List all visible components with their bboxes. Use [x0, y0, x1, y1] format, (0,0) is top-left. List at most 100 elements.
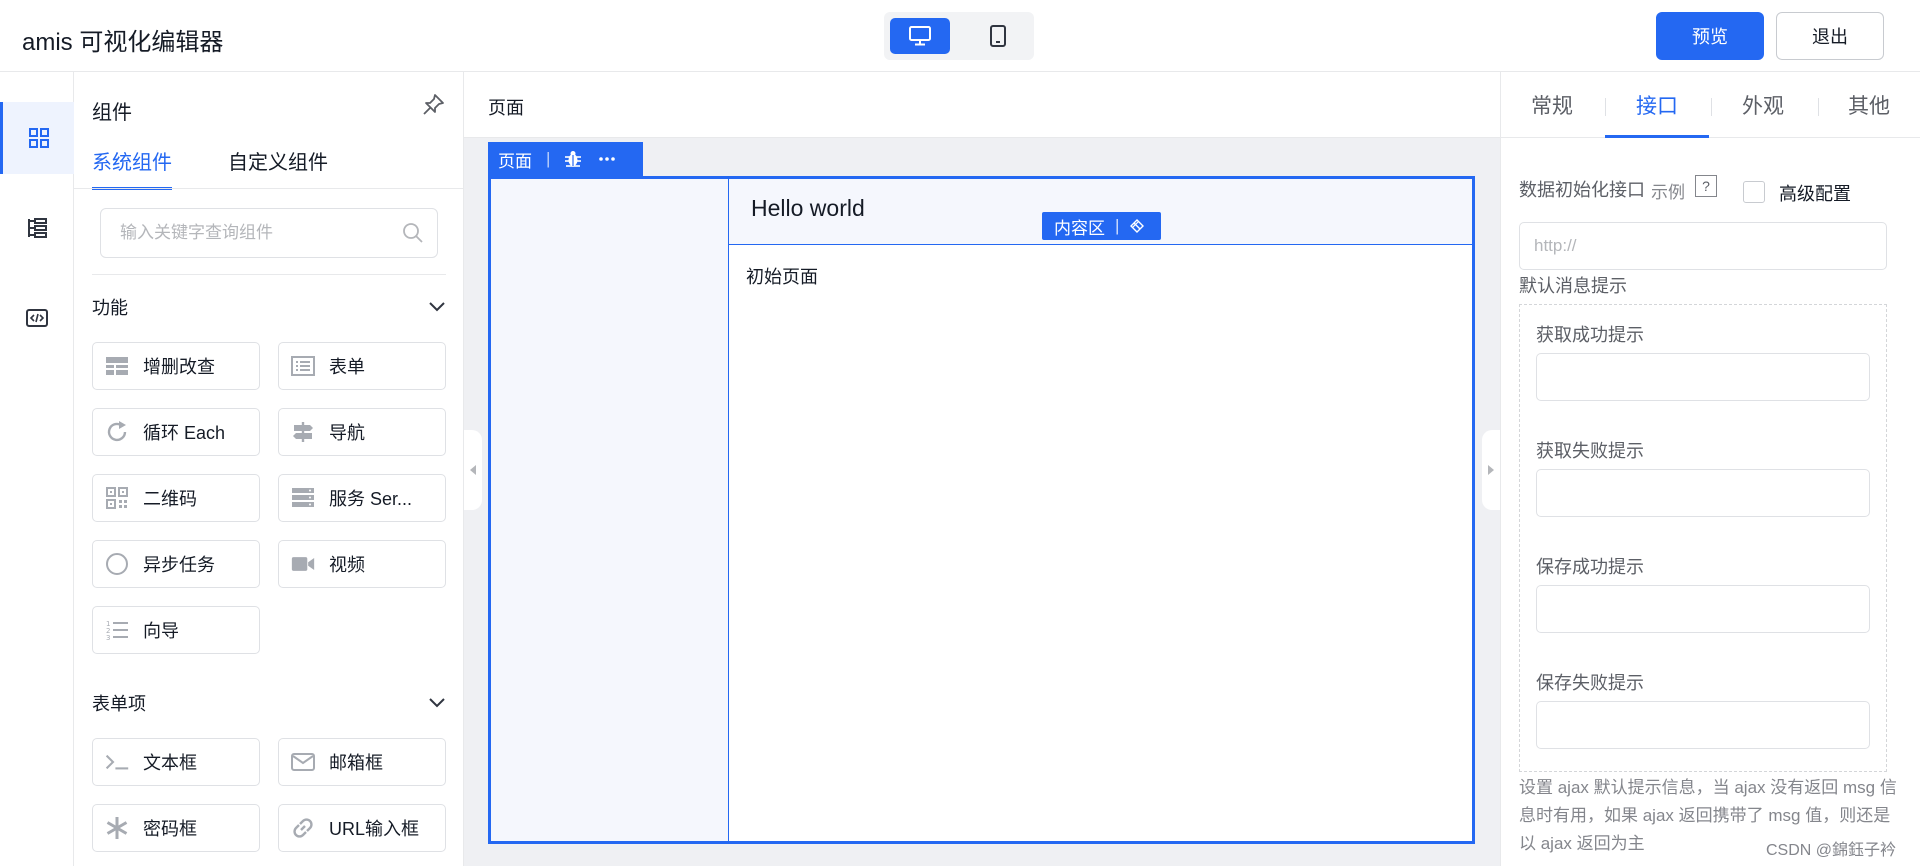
active-tab-indicator — [1605, 135, 1709, 138]
tab-separator — [1818, 98, 1819, 116]
help-icon[interactable]: ? — [1695, 175, 1717, 197]
example-link[interactable]: 示例 — [1651, 178, 1685, 203]
tab-appearance[interactable]: 外观 — [1742, 90, 1784, 120]
chevron-down-icon — [429, 302, 445, 312]
more-icon[interactable] — [598, 156, 616, 162]
left-rail — [0, 72, 74, 866]
advanced-config-checkbox[interactable] — [1743, 181, 1765, 203]
fetch-success-input[interactable] — [1536, 353, 1870, 401]
search-icon[interactable] — [401, 221, 425, 245]
bug-icon[interactable] — [564, 150, 582, 168]
message-group: 获取成功提示 获取失败提示 保存成功提示 保存失败提示 — [1519, 304, 1887, 772]
group-label: 表单项 — [92, 694, 146, 714]
component-label: 向导 — [143, 621, 179, 641]
page-aside[interactable] — [491, 179, 729, 841]
wizard-icon: 123 — [106, 620, 128, 642]
page-toolbar[interactable]: 页面 | — [488, 142, 643, 176]
save-failed-input[interactable] — [1536, 701, 1870, 749]
component-video[interactable]: 视频 — [278, 540, 446, 588]
component-search — [100, 208, 438, 258]
component-label: 文本框 — [143, 753, 197, 773]
save-success-label: 保存成功提示 — [1536, 557, 1644, 577]
rail-item-components[interactable] — [0, 102, 74, 174]
crud-icon — [106, 357, 128, 375]
component-label: URL输入框 — [329, 819, 420, 839]
component-label: 表单 — [329, 357, 365, 377]
page-body-text: 初始页面 — [746, 267, 818, 287]
component-async-task[interactable]: 异步任务 — [92, 540, 260, 588]
tablet-mode-button[interactable] — [968, 18, 1028, 54]
component-wizard[interactable]: 123 向导 — [92, 606, 260, 654]
editor-root: amis 可视化编辑器 预览 退出 组件 系统组件 自定义组件 输入关键字查询组… — [0, 0, 1920, 866]
collapse-right-panel-button[interactable] — [1482, 430, 1500, 510]
tab-api[interactable]: 接口 — [1636, 90, 1678, 120]
asterisk-icon — [106, 817, 128, 839]
component-label: 服务 Ser... — [329, 489, 413, 509]
tab-custom-components[interactable]: 自定义组件 — [228, 146, 328, 187]
component-label: 二维码 — [143, 489, 197, 509]
save-success-input[interactable] — [1536, 585, 1870, 633]
desktop-icon — [909, 26, 931, 46]
component-each[interactable]: 循环 Each — [92, 408, 260, 456]
component-service[interactable]: 服务 Ser... — [278, 474, 446, 522]
page-frame[interactable]: Hello world 初始页面 — [488, 176, 1475, 844]
nav-icon — [293, 422, 313, 442]
collapse-left-panel-button[interactable] — [464, 430, 482, 510]
config-panel: 常规 接口 外观 其他 数据初始化接口 示例 ? 高级配置 默认消息提示 获取成… — [1500, 72, 1920, 866]
app-title: amis 可视化编辑器 — [22, 29, 224, 56]
tablet-icon — [990, 25, 1006, 47]
device-switch — [884, 12, 1034, 60]
editor-canvas: 页面 页面 | Hello world 初始页面 内容区 | — [464, 72, 1500, 866]
caret-left-icon — [470, 465, 476, 475]
component-qrcode[interactable]: 二维码 — [92, 474, 260, 522]
page-toolbar-label: 页面 — [498, 151, 532, 171]
component-email-input[interactable]: 邮箱框 — [278, 738, 446, 786]
watermark: CSDN @錦鈺子衿 — [1766, 842, 1897, 859]
tab-general[interactable]: 常规 — [1531, 90, 1573, 120]
component-crud[interactable]: 增删改查 — [92, 342, 260, 390]
code-icon — [26, 309, 48, 327]
search-divider — [92, 274, 446, 275]
service-icon — [292, 488, 314, 507]
content-region-label: 内容区 — [1054, 218, 1105, 238]
video-icon — [291, 557, 315, 571]
loop-icon — [107, 421, 127, 442]
component-label: 视频 — [329, 555, 365, 575]
component-nav[interactable]: 导航 — [278, 408, 446, 456]
desktop-mode-button[interactable] — [890, 18, 950, 54]
qrcode-icon — [106, 487, 128, 509]
rail-item-outline[interactable] — [0, 192, 74, 264]
content-region-toolbar[interactable]: 内容区 | — [1042, 212, 1161, 240]
component-url-input[interactable]: URL输入框 — [278, 804, 446, 852]
component-search-input[interactable] — [102, 210, 392, 256]
advanced-config-label[interactable]: 高级配置 — [1779, 180, 1851, 206]
top-header: amis 可视化编辑器 预览 退出 — [0, 0, 1920, 72]
init-api-input[interactable] — [1519, 222, 1887, 270]
tab-separator — [1605, 98, 1606, 116]
page-header-title: Hello world — [751, 195, 865, 221]
caret-right-icon — [1488, 465, 1494, 475]
component-text-input[interactable]: 文本框 — [92, 738, 260, 786]
component-label: 邮箱框 — [329, 753, 383, 773]
component-form[interactable]: 表单 — [278, 342, 446, 390]
components-icon — [28, 128, 49, 148]
tab-other[interactable]: 其他 — [1848, 90, 1890, 120]
breadcrumb[interactable]: 页面 — [488, 94, 524, 120]
group-header-function[interactable]: 功能 — [92, 292, 446, 322]
pin-icon[interactable] — [420, 92, 446, 118]
exit-button[interactable]: 退出 — [1776, 12, 1884, 60]
tab-system-components[interactable]: 系统组件 — [92, 146, 172, 190]
component-password-input[interactable]: 密码框 — [92, 804, 260, 852]
group-label: 功能 — [92, 298, 128, 318]
component-panel: 组件 系统组件 自定义组件 功能 增删改查 表单 循环 Each 导航 — [74, 72, 464, 866]
fetch-failed-input[interactable] — [1536, 469, 1870, 517]
preview-button[interactable]: 预览 — [1656, 12, 1764, 60]
rail-item-code[interactable] — [0, 282, 74, 354]
form-icon — [291, 356, 315, 376]
group-header-form-items[interactable]: 表单项 — [92, 688, 446, 718]
component-label: 密码框 — [143, 819, 197, 839]
drag-layers-icon[interactable] — [1129, 218, 1145, 234]
outline-tree-icon — [28, 218, 47, 238]
config-tabs: 常规 接口 外观 其他 — [1501, 72, 1920, 138]
init-api-label: 数据初始化接口 — [1519, 180, 1645, 200]
